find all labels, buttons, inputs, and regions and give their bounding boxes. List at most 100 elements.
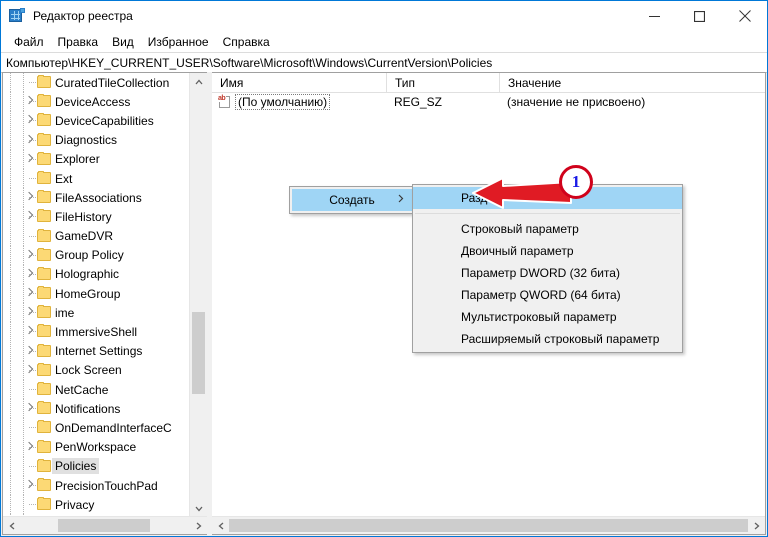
chevron-right-icon[interactable]	[190, 517, 207, 534]
minimize-button[interactable]	[632, 1, 677, 31]
window-controls	[632, 1, 767, 31]
chevron-up-icon[interactable]	[190, 73, 207, 90]
address-bar[interactable]: Компьютер\HKEY_CURRENT_USER\Software\Mic…	[1, 52, 767, 73]
folder-icon	[37, 247, 51, 261]
chevron-right-icon[interactable]	[748, 517, 765, 534]
tree-item-label: PrecisionTouchPad	[55, 478, 158, 493]
folder-icon	[37, 477, 51, 491]
tree-item-precisiontouchpad[interactable]: PrecisionTouchPad	[3, 475, 190, 496]
tree-item-group-policy[interactable]: Group Policy	[3, 245, 190, 265]
tree-item-privacy[interactable]: Privacy	[3, 495, 190, 515]
column-header-type[interactable]: Тип	[386, 73, 499, 92]
column-header-value[interactable]: Значение	[499, 73, 765, 92]
menu-help[interactable]: Справка	[216, 34, 277, 50]
submenu-item-6[interactable]: Мультистроковый параметр	[413, 306, 682, 328]
tree-hscroll-thumb[interactable]	[58, 519, 150, 532]
listview-horizontal-scrollbar[interactable]	[212, 516, 765, 534]
tree-item-notifications[interactable]: Notifications	[3, 399, 190, 419]
submenu-item-1[interactable]: Раздел	[413, 187, 682, 209]
tree-item-gamedvr[interactable]: GameDVR	[3, 226, 190, 246]
tree-item-devicecapabilities[interactable]: DeviceCapabilities	[3, 111, 190, 131]
tree-item-deviceaccess[interactable]: DeviceAccess	[3, 92, 190, 112]
tree-item-label: PenWorkspace	[55, 440, 137, 455]
folder-icon	[37, 401, 51, 415]
folder-icon	[37, 362, 51, 376]
column-label: Значение	[508, 75, 562, 90]
tree-item-diagnostics[interactable]: Diagnostics	[3, 130, 190, 150]
expand-chevron-icon[interactable]	[24, 192, 34, 202]
expand-chevron-icon[interactable]	[24, 269, 34, 279]
tree-item-immersiveshell[interactable]: ImmersiveShell	[3, 322, 190, 342]
chevron-down-icon[interactable]	[190, 500, 207, 517]
close-button[interactable]	[722, 1, 767, 31]
listview-hscroll-thumb[interactable]	[229, 519, 748, 532]
folder-icon	[37, 94, 51, 108]
folder-icon	[37, 420, 51, 434]
registry-tree[interactable]: CuratedTileCollection DeviceAccess DeviceC…	[3, 73, 190, 517]
tree-item-label: ime	[55, 305, 75, 320]
submenu-item-7[interactable]: Расширяемый строковый параметр	[413, 328, 682, 350]
expand-chevron-icon[interactable]	[24, 480, 34, 490]
tree-item-homegroup[interactable]: HomeGroup	[3, 284, 190, 304]
chevron-left-icon[interactable]	[3, 517, 20, 534]
tree-item-holographic[interactable]: Holographic	[3, 264, 190, 285]
tree-item-fileassociations[interactable]: FileAssociations	[3, 188, 190, 208]
annotation-step-number: 1	[571, 172, 581, 191]
expand-chevron-icon[interactable]	[24, 211, 34, 221]
submenu-item-4[interactable]: Параметр DWORD (32 бита)	[413, 262, 682, 284]
tree-item-ime[interactable]: ime	[3, 303, 190, 323]
expand-chevron-icon[interactable]	[24, 307, 34, 317]
context-menu-submenu: Раздел Строковый параметр Двоичный парамет…	[412, 184, 683, 353]
submenu-item-3[interactable]: Двоичный параметр	[413, 240, 682, 262]
tree-scroll-thumb[interactable]	[192, 312, 205, 394]
expand-chevron-icon[interactable]	[24, 442, 34, 452]
expand-chevron-icon[interactable]	[24, 154, 34, 164]
tree-item-policies[interactable]: Policies	[3, 456, 190, 476]
menu-edit[interactable]: Правка	[51, 34, 106, 50]
expand-chevron-icon[interactable]	[24, 96, 34, 106]
tree-item-netcache[interactable]: NetCache	[3, 380, 190, 400]
tree-item-label: Notifications	[55, 401, 121, 416]
folder-icon	[37, 190, 51, 204]
expand-chevron-icon[interactable]	[24, 346, 34, 356]
tree-item-lock-screen[interactable]: Lock Screen	[3, 360, 190, 380]
submenu-item-2[interactable]: Строковый параметр	[413, 218, 682, 240]
folder-icon	[37, 439, 51, 453]
tree-item-label: Policies	[52, 458, 100, 475]
context-menu-item-create[interactable]: Создать	[292, 189, 412, 211]
expand-chevron-icon[interactable]	[24, 135, 34, 145]
menu-view[interactable]: Вид	[105, 34, 141, 50]
folder-icon	[37, 497, 51, 511]
annotation-step-badge: 1	[559, 165, 593, 199]
window-title: Редактор реестра	[33, 9, 133, 23]
chevron-left-icon[interactable]	[212, 517, 229, 534]
expand-chevron-icon[interactable]	[24, 288, 34, 298]
tree-vertical-scrollbar[interactable]	[189, 73, 207, 517]
expand-chevron-icon[interactable]	[24, 115, 34, 125]
folder-icon	[37, 170, 51, 184]
menu-file[interactable]: Файл	[7, 34, 51, 50]
table-row[interactable]: ab (По умолчанию) REG_SZ (значение не пр…	[212, 92, 765, 111]
menu-favorites[interactable]: Избранное	[141, 34, 216, 50]
expand-chevron-icon[interactable]	[24, 326, 34, 336]
expand-chevron-icon[interactable]	[24, 403, 34, 413]
tree-horizontal-scrollbar[interactable]	[3, 516, 207, 534]
tree-item-internet-settings[interactable]: Internet Settings	[3, 341, 190, 361]
tree-item-curatedtilecollection[interactable]: CuratedTileCollection	[3, 73, 190, 93]
tree-item-label: Lock Screen	[55, 363, 122, 378]
tree-item-ext[interactable]: Ext	[3, 168, 190, 189]
expand-chevron-icon[interactable]	[24, 250, 34, 260]
submenu-item-5[interactable]: Параметр QWORD (64 бита)	[413, 284, 682, 306]
column-header-name[interactable]: Имя	[212, 73, 386, 92]
tree-item-ondemandinterfacec[interactable]: OnDemandInterfaceC	[3, 418, 190, 438]
context-menu-item-label: Создать	[329, 193, 375, 207]
tree-item-explorer[interactable]: Explorer	[3, 149, 190, 169]
expand-chevron-icon[interactable]	[24, 365, 34, 375]
submenu-item-label: Параметр DWORD (32 бита)	[461, 266, 620, 280]
tree-item-filehistory[interactable]: FileHistory	[3, 207, 190, 227]
maximize-button[interactable]	[677, 1, 722, 31]
address-path: Компьютер\HKEY_CURRENT_USER\Software\Mic…	[6, 55, 493, 70]
folder-icon	[37, 132, 51, 146]
tree-item-penworkspace[interactable]: PenWorkspace	[3, 437, 190, 457]
folder-icon	[37, 343, 51, 357]
